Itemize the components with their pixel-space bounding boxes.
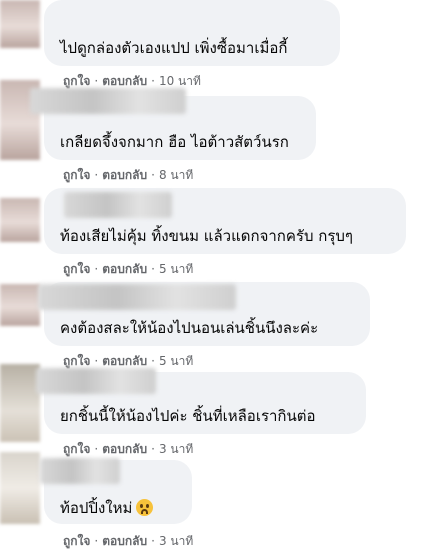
timestamp[interactable]: 3 นาที [159,534,193,548]
separator: · [151,534,155,548]
comment-actions: ถูกใจ · ตอบกลับ · 3 นาที [63,440,193,459]
author-name[interactable] [38,284,236,310]
separator: · [94,168,99,182]
separator: · [94,354,99,368]
comment-text: ท้อปปิ้งใหม่ [60,496,154,520]
like-button[interactable]: ถูกใจ [63,168,90,182]
like-button[interactable]: ถูกใจ [63,354,90,368]
reply-button[interactable]: ตอบกลับ [102,262,147,276]
comment-text: ยกชิ้นนี้ให้น้องไปค่ะ ชิ้นที่เหลือเรากิน… [60,407,316,425]
timestamp[interactable]: 3 นาที [159,442,193,456]
timestamp[interactable]: 5 นาที [159,262,193,276]
separator: · [151,354,155,368]
timestamp[interactable]: 5 นาที [159,354,193,368]
avatar[interactable] [0,452,40,524]
timestamp[interactable]: 8 นาที [159,168,193,182]
comment-text: ท้องเสียไม่คุ้ม ทิ้งขนม แล้วแดกจากครับ ก… [60,227,353,245]
reply-button[interactable]: ตอบกลับ [102,534,147,548]
reply-button[interactable]: ตอบกลับ [102,168,147,182]
avatar[interactable] [0,0,40,48]
separator: · [94,534,99,548]
comment-actions: ถูกใจ · ตอบกลับ · 5 นาที [63,260,193,279]
author-name[interactable] [40,458,120,484]
separator: · [94,442,99,456]
like-button[interactable]: ถูกใจ [63,74,90,88]
author-name[interactable] [30,88,186,114]
reply-button[interactable]: ตอบกลับ [102,74,147,88]
comment-actions: ถูกใจ · ตอบกลับ · 3 นาที [63,532,193,551]
separator: · [94,74,99,88]
separator: · [151,442,155,456]
avatar[interactable] [0,284,40,326]
like-button[interactable]: ถูกใจ [63,534,90,548]
separator: · [151,168,155,182]
like-button[interactable]: ถูกใจ [63,262,90,276]
author-name[interactable] [36,368,156,394]
timestamp[interactable]: 10 นาที [159,74,201,88]
reply-button[interactable]: ตอบกลับ [102,442,147,456]
avatar[interactable] [0,364,40,442]
separator: · [151,262,155,276]
comment-text: คงต้องสละให้น้องไปนอนเล่นชิ้นนึงละค่ะ [60,319,319,337]
separator: · [151,74,155,88]
comment-text: ไปดูกล่องตัวเองแปป เพิ่งซื้อมาเมื่อกี้ [60,39,288,57]
reply-button[interactable]: ตอบกลับ [102,354,147,368]
separator: · [94,262,99,276]
comment-text: เกลียดจึ้งจกมาก ฮือ ไอต้าวสัตว์นรก [60,133,289,151]
worried-face-icon [136,499,154,516]
author-name[interactable] [64,192,172,218]
like-button[interactable]: ถูกใจ [63,442,90,456]
avatar[interactable] [0,198,40,242]
comment-actions: ถูกใจ · ตอบกลับ · 8 นาที [63,166,193,185]
comment-text-content: ท้อปปิ้งใหม่ [60,499,133,517]
